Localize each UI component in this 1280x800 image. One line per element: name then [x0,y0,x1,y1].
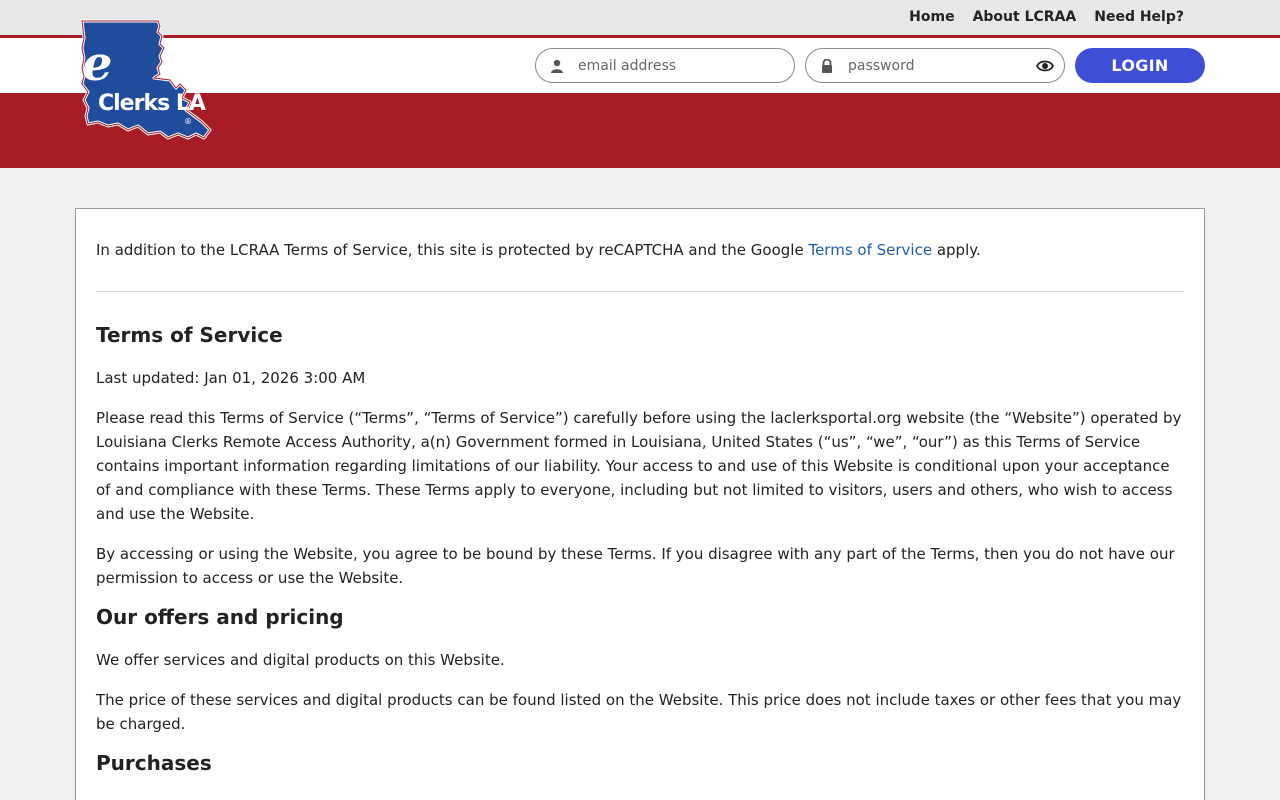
email-field[interactable] [535,48,795,83]
top-nav: Home About LCRAA Need Help? [909,9,1184,25]
notice-text: In addition to the LCRAA Terms of Servic… [96,241,809,259]
google-terms-link[interactable]: Terms of Service [808,241,932,259]
nav-help-link[interactable]: Need Help? [1094,9,1184,25]
nav-home-link[interactable]: Home [909,9,954,25]
louisiana-shape-icon: e Clerks LA ® [80,19,212,140]
eclerks-la-logo[interactable]: e Clerks LA ® [78,18,214,142]
password-input[interactable] [848,57,1028,74]
notice-text-end: apply. [932,241,981,259]
paragraph: By accessing or using the Website, you a… [96,545,1175,587]
svg-text:®: ® [184,117,192,126]
last-updated: Last updated: Jan 01, 2026 3:00 AM [96,369,366,387]
section-heading-offers: Our offers and pricing [96,605,344,629]
user-icon [550,59,564,73]
paragraph: Please read this Terms of Service (“Term… [96,409,1182,523]
terms-content: Terms of Service Last updated: Jan 01, 2… [96,324,1184,794]
terms-card: In addition to the LCRAA Terms of Servic… [75,208,1205,800]
section-heading-purchases: Purchases [96,751,212,775]
paragraph: The price of these services and digital … [96,691,1182,733]
page-title: Terms of Service [96,323,283,347]
email-input[interactable] [578,57,758,74]
divider [96,291,1184,292]
svg-text:Clerks LA: Clerks LA [98,91,206,116]
lock-icon [820,58,834,73]
nav-about-link[interactable]: About LCRAA [973,9,1077,25]
show-password-eye-icon[interactable] [1035,58,1055,74]
password-field[interactable] [805,48,1065,83]
svg-text:e: e [82,36,113,92]
recaptcha-notice: In addition to the LCRAA Terms of Servic… [96,241,1184,259]
login-button[interactable]: LOGIN [1075,48,1205,83]
paragraph: We offer services and digital products o… [96,651,505,669]
